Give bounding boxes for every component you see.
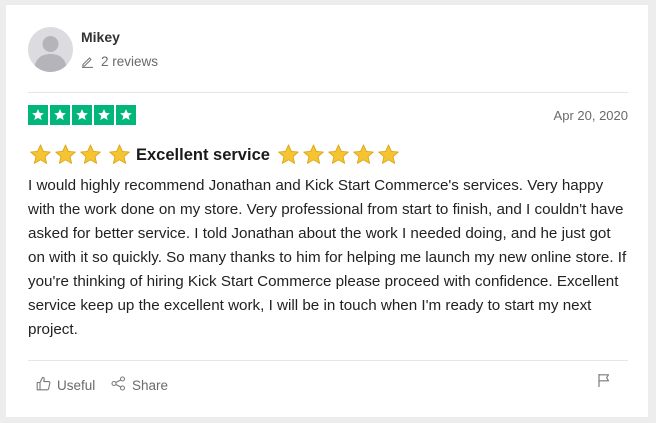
rating-star-icon: [72, 105, 92, 125]
thumbs-up-icon: [36, 376, 51, 394]
star-rating: [28, 105, 136, 125]
useful-button[interactable]: Useful: [36, 376, 95, 394]
divider: [28, 92, 628, 93]
pencil-icon: [81, 55, 94, 68]
user-silhouette-icon: [34, 36, 67, 72]
title-stars-after: [276, 143, 401, 167]
review-date: Apr 20, 2020: [553, 108, 628, 123]
review-title-row: Excellent service: [28, 141, 401, 169]
star-emoji-icon: [276, 143, 301, 167]
title-stars-before: [28, 143, 132, 167]
star-emoji-icon: [301, 143, 326, 167]
rating-star-icon: [116, 105, 136, 125]
divider: [28, 360, 628, 361]
star-emoji-icon: [78, 143, 103, 167]
review-count-label: 2 reviews: [101, 54, 159, 69]
review-title[interactable]: Excellent service: [136, 146, 270, 165]
page-background: Mikey 2 reviews Apr 20, 2020 Excellent s…: [0, 0, 656, 423]
report-button[interactable]: [597, 373, 611, 393]
star-emoji-icon: [376, 143, 401, 167]
star-emoji-icon: [53, 143, 78, 167]
review-count: 2 reviews: [81, 54, 158, 69]
star-emoji-icon: [326, 143, 351, 167]
rating-star-icon: [94, 105, 114, 125]
share-button[interactable]: Share: [111, 376, 168, 394]
rating-star-icon: [28, 105, 48, 125]
star-emoji-icon: [351, 143, 376, 167]
useful-label: Useful: [57, 377, 96, 393]
review-body: I would highly recommend Jonathan and Ki…: [28, 177, 627, 338]
avatar[interactable]: [28, 27, 73, 72]
share-label: Share: [132, 377, 169, 393]
reviewer-name[interactable]: Mikey: [81, 29, 120, 45]
rating-star-icon: [50, 105, 70, 125]
share-icon: [111, 376, 126, 394]
flag-icon: [597, 374, 611, 392]
star-emoji-icon: [107, 143, 132, 167]
review-card: Mikey 2 reviews Apr 20, 2020 Excellent s…: [6, 5, 648, 417]
star-emoji-icon: [28, 143, 53, 167]
